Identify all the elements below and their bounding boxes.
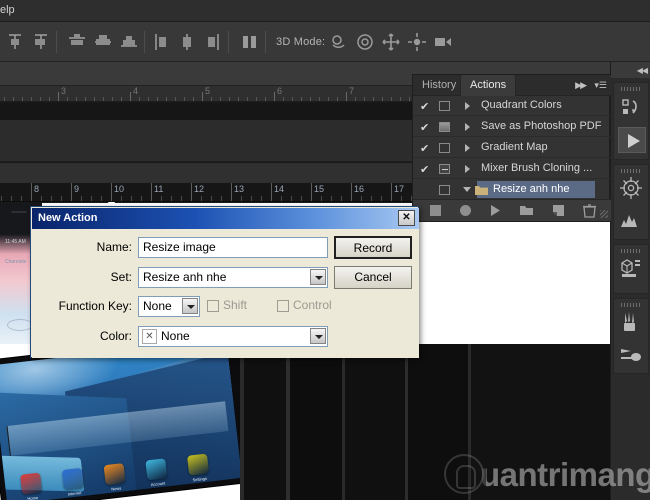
watermark-text: uantrimang xyxy=(480,456,650,493)
lightbulb-speech-icon xyxy=(444,454,484,494)
watermark-overlay: uantrimang xyxy=(480,448,650,500)
photoshop-window: elp 3D Mode: 3 4 5 6 7 8 9 10 11 12 13 1… xyxy=(0,0,650,500)
watermark: uantrimang xyxy=(444,448,650,500)
watermark-text-overlay: uantrimang xyxy=(480,456,650,493)
watermark-clip: uantrimang uantrimang xyxy=(0,0,650,500)
